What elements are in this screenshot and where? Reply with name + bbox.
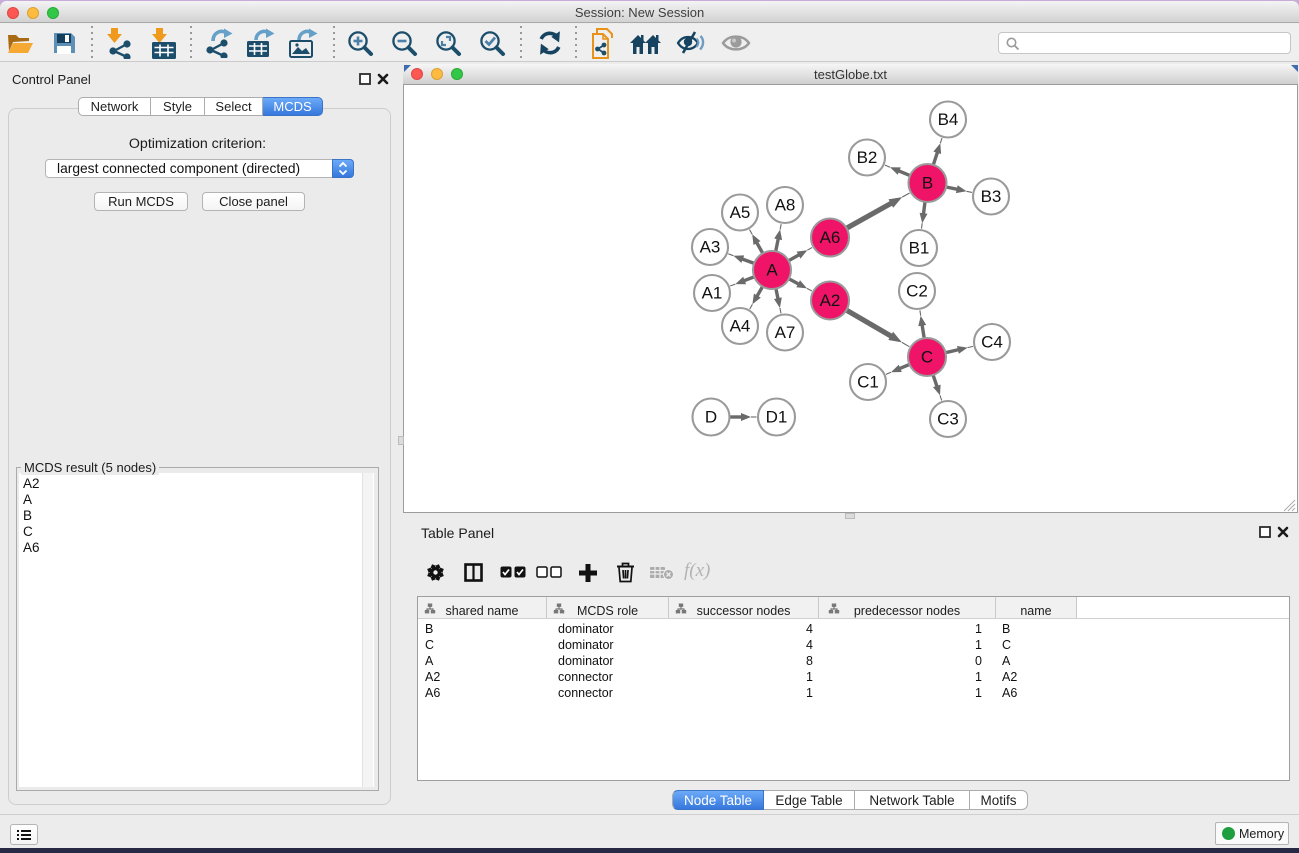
svg-text:A5: A5	[730, 203, 751, 222]
svg-text:C4: C4	[981, 333, 1003, 352]
svg-text:C1: C1	[857, 373, 879, 392]
svg-text:C2: C2	[906, 282, 928, 301]
svg-text:A3: A3	[700, 238, 721, 257]
svg-text:A2: A2	[820, 291, 841, 310]
svg-text:B4: B4	[938, 110, 959, 129]
svg-text:A6: A6	[820, 228, 841, 247]
svg-text:A8: A8	[775, 196, 796, 215]
svg-text:A: A	[766, 261, 778, 280]
svg-text:B3: B3	[981, 187, 1002, 206]
svg-text:D1: D1	[766, 408, 788, 427]
svg-text:A4: A4	[730, 317, 751, 336]
svg-text:C: C	[921, 348, 933, 367]
svg-text:D: D	[705, 408, 717, 427]
svg-text:B1: B1	[909, 239, 930, 258]
svg-text:A7: A7	[775, 323, 796, 342]
svg-text:B: B	[922, 174, 933, 193]
svg-text:B2: B2	[857, 148, 878, 167]
svg-text:C3: C3	[937, 410, 959, 429]
svg-text:A1: A1	[702, 284, 723, 303]
